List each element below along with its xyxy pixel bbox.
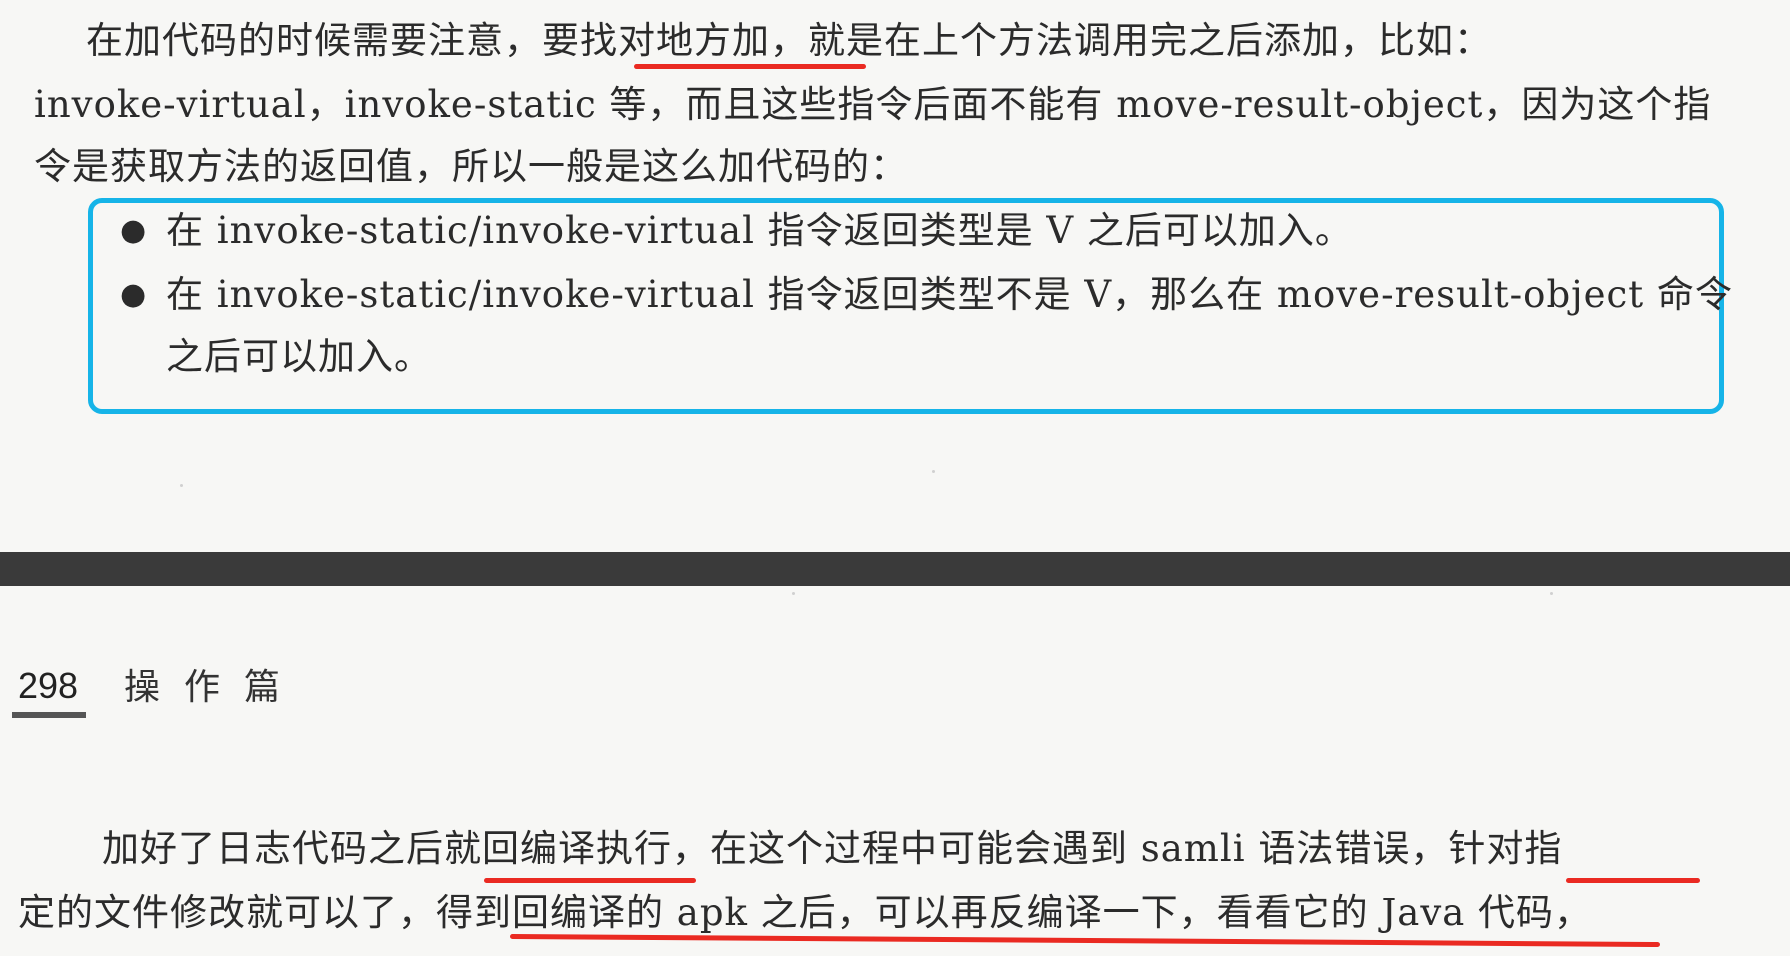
- paragraph-line-2: 定的文件修改就可以了，得到回编译的 apk 之后，可以再反编译一下，看看它的 J…: [18, 891, 1593, 934]
- paragraph-line-2: invoke-virtual，invoke-static 等，而且这些指令后面不…: [34, 83, 1712, 126]
- bullet-item-2-continuation: 之后可以加入。: [166, 335, 432, 378]
- bullet-text: 在 invoke-static/invoke-virtual 指令返回类型不是 …: [166, 273, 1733, 316]
- red-underline-annotation: [634, 64, 866, 69]
- red-underline-annotation: [1566, 878, 1700, 883]
- paragraph-line-1: 加好了日志代码之后就回编译执行，在这个过程中可能会遇到 samli 语法错误，针…: [102, 827, 1563, 870]
- scan-speck: [792, 592, 795, 595]
- bullet-icon: ●: [120, 277, 148, 312]
- paragraph-line-1: 在加代码的时候需要注意，要找对地方加，就是在上个方法调用完之后添加，比如：: [86, 19, 1492, 62]
- scan-speck: [1550, 592, 1553, 595]
- page-number: 298: [18, 665, 79, 706]
- section-title: 操作篇: [124, 667, 305, 708]
- scan-speck: [932, 470, 935, 473]
- bottom-page-fragment: 298 操作篇 加好了日志代码之后就回编译执行，在这个过程中可能会遇到 saml…: [0, 586, 1790, 956]
- red-underline-annotation: [484, 878, 696, 883]
- bullet-item-2: ● 在 invoke-static/invoke-virtual 指令返回类型不是…: [120, 272, 1733, 318]
- page-divider: [0, 552, 1790, 586]
- page-number-underline: [12, 712, 86, 718]
- top-page-fragment: 在加代码的时候需要注意，要找对地方加，就是在上个方法调用完之后添加，比如： in…: [0, 0, 1790, 552]
- bullet-item-1: ● 在 invoke-static/invoke-virtual 指令返回类型是 …: [120, 208, 1353, 254]
- scan-speck: [180, 484, 183, 487]
- bullet-text: 在 invoke-static/invoke-virtual 指令返回类型是 V…: [166, 209, 1353, 252]
- paragraph-line-3: 令是获取方法的返回值，所以一般是这么加代码的：: [34, 145, 908, 188]
- bullet-icon: ●: [120, 213, 148, 248]
